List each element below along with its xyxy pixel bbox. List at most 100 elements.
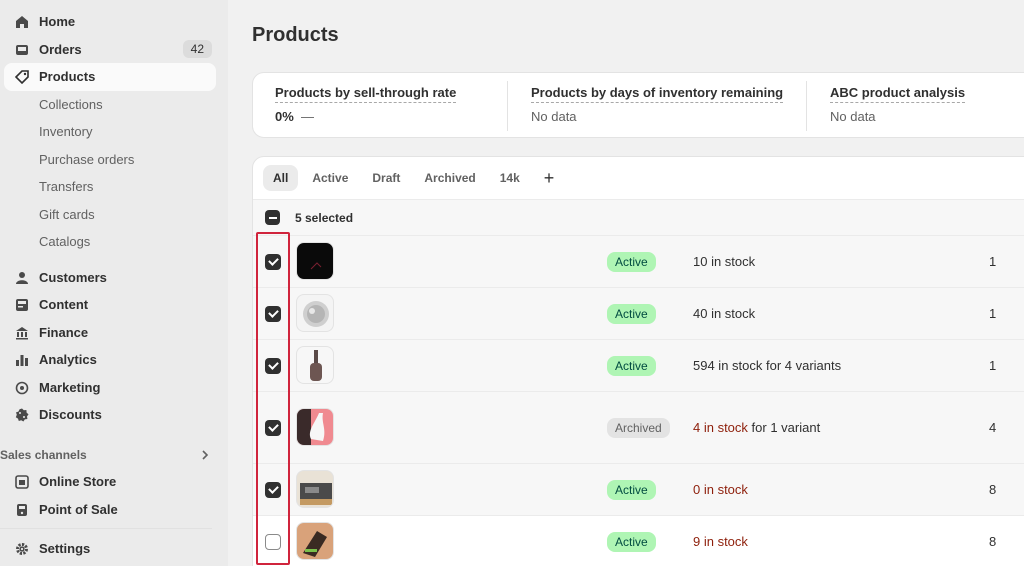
sidebar-item-analytics[interactable]: Analytics xyxy=(4,346,216,374)
status-badge: Active xyxy=(607,532,656,552)
metric-title: ABC product analysis xyxy=(830,85,966,103)
target-icon xyxy=(14,380,30,396)
sidebar-item-content[interactable]: Content xyxy=(4,291,216,319)
inventory-low: 0 in stock xyxy=(693,482,748,497)
product-thumbnail[interactable] xyxy=(296,470,334,508)
sidebar-item-home[interactable]: Home xyxy=(4,8,216,36)
inventory-text: 0 in stock xyxy=(693,482,748,497)
product-thumbnail[interactable] xyxy=(296,294,334,332)
sidebar-item-label: Point of Sale xyxy=(39,502,118,517)
sidebar-item-label: Discounts xyxy=(39,407,102,422)
table-row[interactable]: Active 40 in stock 1 xyxy=(253,287,1024,339)
tab-14k[interactable]: 14k xyxy=(490,165,530,191)
sidebar-item-label: Online Store xyxy=(39,474,117,489)
sidebar-item-orders[interactable]: Orders 42 xyxy=(4,36,216,64)
sidebar-item-discounts[interactable]: Discounts xyxy=(4,401,216,429)
sidebar-item-label: Inventory xyxy=(39,124,93,139)
variant-count: 1 xyxy=(989,306,997,321)
sidebar-item-purchase-orders[interactable]: Purchase orders xyxy=(4,146,216,174)
metric-value: No data xyxy=(531,109,577,124)
metric-sell-through[interactable]: Products by sell-through rate 0% — xyxy=(275,85,457,124)
tab-archived[interactable]: Archived xyxy=(414,165,485,191)
sidebar-item-label: Home xyxy=(39,14,76,29)
table-row[interactable]: Archived 4 in stock for 1 variant 4 xyxy=(253,391,1024,463)
sidebar-item-products[interactable]: Products xyxy=(4,63,216,91)
status-badge: Active xyxy=(607,304,656,324)
variant-count: 1 xyxy=(989,254,997,269)
sidebar-item-gift-cards[interactable]: Gift cards xyxy=(4,201,216,229)
select-all-checkbox[interactable] xyxy=(265,210,280,225)
metric-value: No data xyxy=(830,109,876,124)
page-title: Products xyxy=(252,24,339,46)
product-thumbnail[interactable] xyxy=(296,346,334,384)
pos-icon xyxy=(14,502,30,518)
status-badge: Archived xyxy=(607,418,670,438)
inventory-value: 594 in stock for 4 variants xyxy=(693,358,842,373)
metric-abc-analysis[interactable]: ABC product analysis No data xyxy=(830,85,966,124)
variant-count: 4 xyxy=(989,420,997,435)
sidebar-item-label: Analytics xyxy=(39,352,97,367)
inventory-text: 40 in stock xyxy=(693,306,755,321)
tab-active[interactable]: Active xyxy=(302,165,358,191)
home-icon xyxy=(14,14,30,30)
inventory-low: 9 in stock xyxy=(693,534,748,549)
sidebar-item-inventory[interactable]: Inventory xyxy=(4,118,216,146)
sidebar-item-transfers[interactable]: Transfers xyxy=(4,173,216,201)
inventory-text: 4 in stock for 1 variant xyxy=(693,420,820,435)
inventory-value: 10 in stock xyxy=(693,254,756,269)
sales-channels-heading: Sales channels xyxy=(0,448,87,462)
sidebar-item-label: Settings xyxy=(39,541,91,556)
sidebar-item-label: Catalogs xyxy=(39,234,91,249)
sidebar-item-label: Finance xyxy=(39,325,89,340)
inventory-low: 4 in stock xyxy=(693,420,748,435)
filter-tabs: All Active Draft Archived 14k + xyxy=(263,165,564,193)
store-icon xyxy=(14,474,30,490)
metric-days-of-inventory[interactable]: Products by days of inventory remaining … xyxy=(531,85,784,124)
tab-all[interactable]: All xyxy=(263,165,299,191)
divider xyxy=(0,528,212,529)
checkbox-column-highlight xyxy=(256,232,290,565)
variant-count: 8 xyxy=(989,482,997,497)
metric-value-row: 0% — xyxy=(275,109,456,124)
sidebar-item-marketing[interactable]: Marketing xyxy=(4,374,216,402)
inventory-value: for 1 variant xyxy=(747,420,821,435)
sidebar-item-label: Collections xyxy=(39,97,103,112)
sidebar-item-label: Customers xyxy=(39,270,107,285)
metric-trend: — xyxy=(301,109,315,124)
sidebar-item-label: Gift cards xyxy=(39,207,95,222)
tab-draft[interactable]: Draft xyxy=(362,165,410,191)
chevron-right-icon[interactable] xyxy=(198,448,214,464)
sidebar-item-label: Products xyxy=(39,69,96,84)
gear-icon xyxy=(14,541,30,557)
bar-chart-icon xyxy=(14,352,30,368)
bulk-actions-bar: 5 selected xyxy=(253,199,1024,235)
sidebar-item-label: Transfers xyxy=(39,179,94,194)
sidebar-item-customers[interactable]: Customers xyxy=(4,264,216,292)
inventory-text: 10 in stock xyxy=(693,254,755,269)
sidebar-item-settings[interactable]: Settings xyxy=(4,535,216,563)
selected-count: 5 selected xyxy=(295,211,354,225)
metric-value: 0% xyxy=(275,109,294,124)
status-badge: Active xyxy=(607,480,656,500)
inventory-text: 9 in stock xyxy=(693,534,748,549)
sidebar-item-online-store[interactable]: Online Store xyxy=(4,468,216,496)
sidebar-item-collections[interactable]: Collections xyxy=(4,91,216,119)
sidebar-item-point-of-sale[interactable]: Point of Sale xyxy=(4,496,216,524)
product-thumbnail[interactable] xyxy=(296,242,334,280)
product-thumbnail[interactable] xyxy=(296,408,334,446)
products-table: All Active Draft Archived 14k + 5 select… xyxy=(252,156,1024,566)
sidebar-item-catalogs[interactable]: Catalogs xyxy=(4,228,216,256)
table-row[interactable]: Active 0 in stock 8 xyxy=(253,463,1024,515)
metric-title: Products by days of inventory remaining xyxy=(531,85,784,103)
add-view-button[interactable]: + xyxy=(534,165,565,191)
table-row[interactable]: Active 10 in stock 1 xyxy=(253,235,1024,287)
table-row[interactable]: Active 9 in stock 8 xyxy=(253,515,1024,566)
sidebar-item-label: Marketing xyxy=(39,380,101,395)
inventory-value: 40 in stock xyxy=(693,306,756,321)
table-row[interactable]: Active 594 in stock for 4 variants 1 xyxy=(253,339,1024,391)
inbox-icon xyxy=(14,42,30,58)
variant-count: 1 xyxy=(989,358,997,373)
product-thumbnail[interactable] xyxy=(296,522,334,560)
divider xyxy=(806,81,807,131)
sidebar-item-finance[interactable]: Finance xyxy=(4,319,216,347)
